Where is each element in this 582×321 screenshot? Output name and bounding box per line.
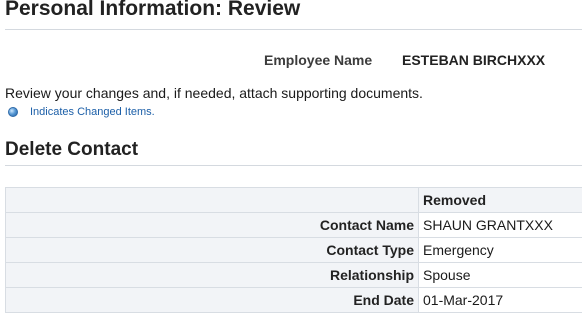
contact-name-label: Contact Name — [5, 212, 419, 238]
section-title: Delete Contact — [5, 139, 139, 160]
contact-type-value: Emergency — [418, 237, 582, 263]
table-row: Contact Name SHAUN GRANTXXX — [5, 212, 582, 238]
changed-item-dot-icon — [8, 107, 18, 117]
table-header-blank — [5, 187, 419, 213]
removed-column-header: Removed — [418, 187, 582, 213]
end-date-value: 01-Mar-2017 — [418, 287, 582, 313]
changed-items-legend-text: Indicates Changed Items. — [30, 106, 155, 118]
table-row: End Date 01-Mar-2017 — [5, 287, 582, 313]
table-row: Relationship Spouse — [5, 262, 582, 288]
title-divider — [5, 29, 582, 30]
employee-name-label: Employee Name — [264, 52, 373, 68]
contact-type-label: Contact Type — [5, 237, 419, 263]
instruction-text: Review your changes and, if needed, atta… — [5, 85, 423, 101]
table-header-row: Removed — [5, 187, 582, 213]
delete-contact-table: Removed Contact Name SHAUN GRANTXXX Cont… — [5, 187, 582, 313]
page-title: Personal Information: Review — [5, 0, 301, 20]
relationship-value: Spouse — [418, 262, 582, 288]
table-row: Contact Type Emergency — [5, 237, 582, 263]
end-date-label: End Date — [5, 287, 419, 313]
section-divider — [5, 165, 582, 166]
contact-name-value: SHAUN GRANTXXX — [418, 212, 582, 238]
employee-name-value: ESTEBAN BIRCHXXX — [402, 52, 546, 68]
relationship-label: Relationship — [5, 262, 419, 288]
employee-name-row: Employee Name ESTEBAN BIRCHXXX — [0, 52, 582, 70]
